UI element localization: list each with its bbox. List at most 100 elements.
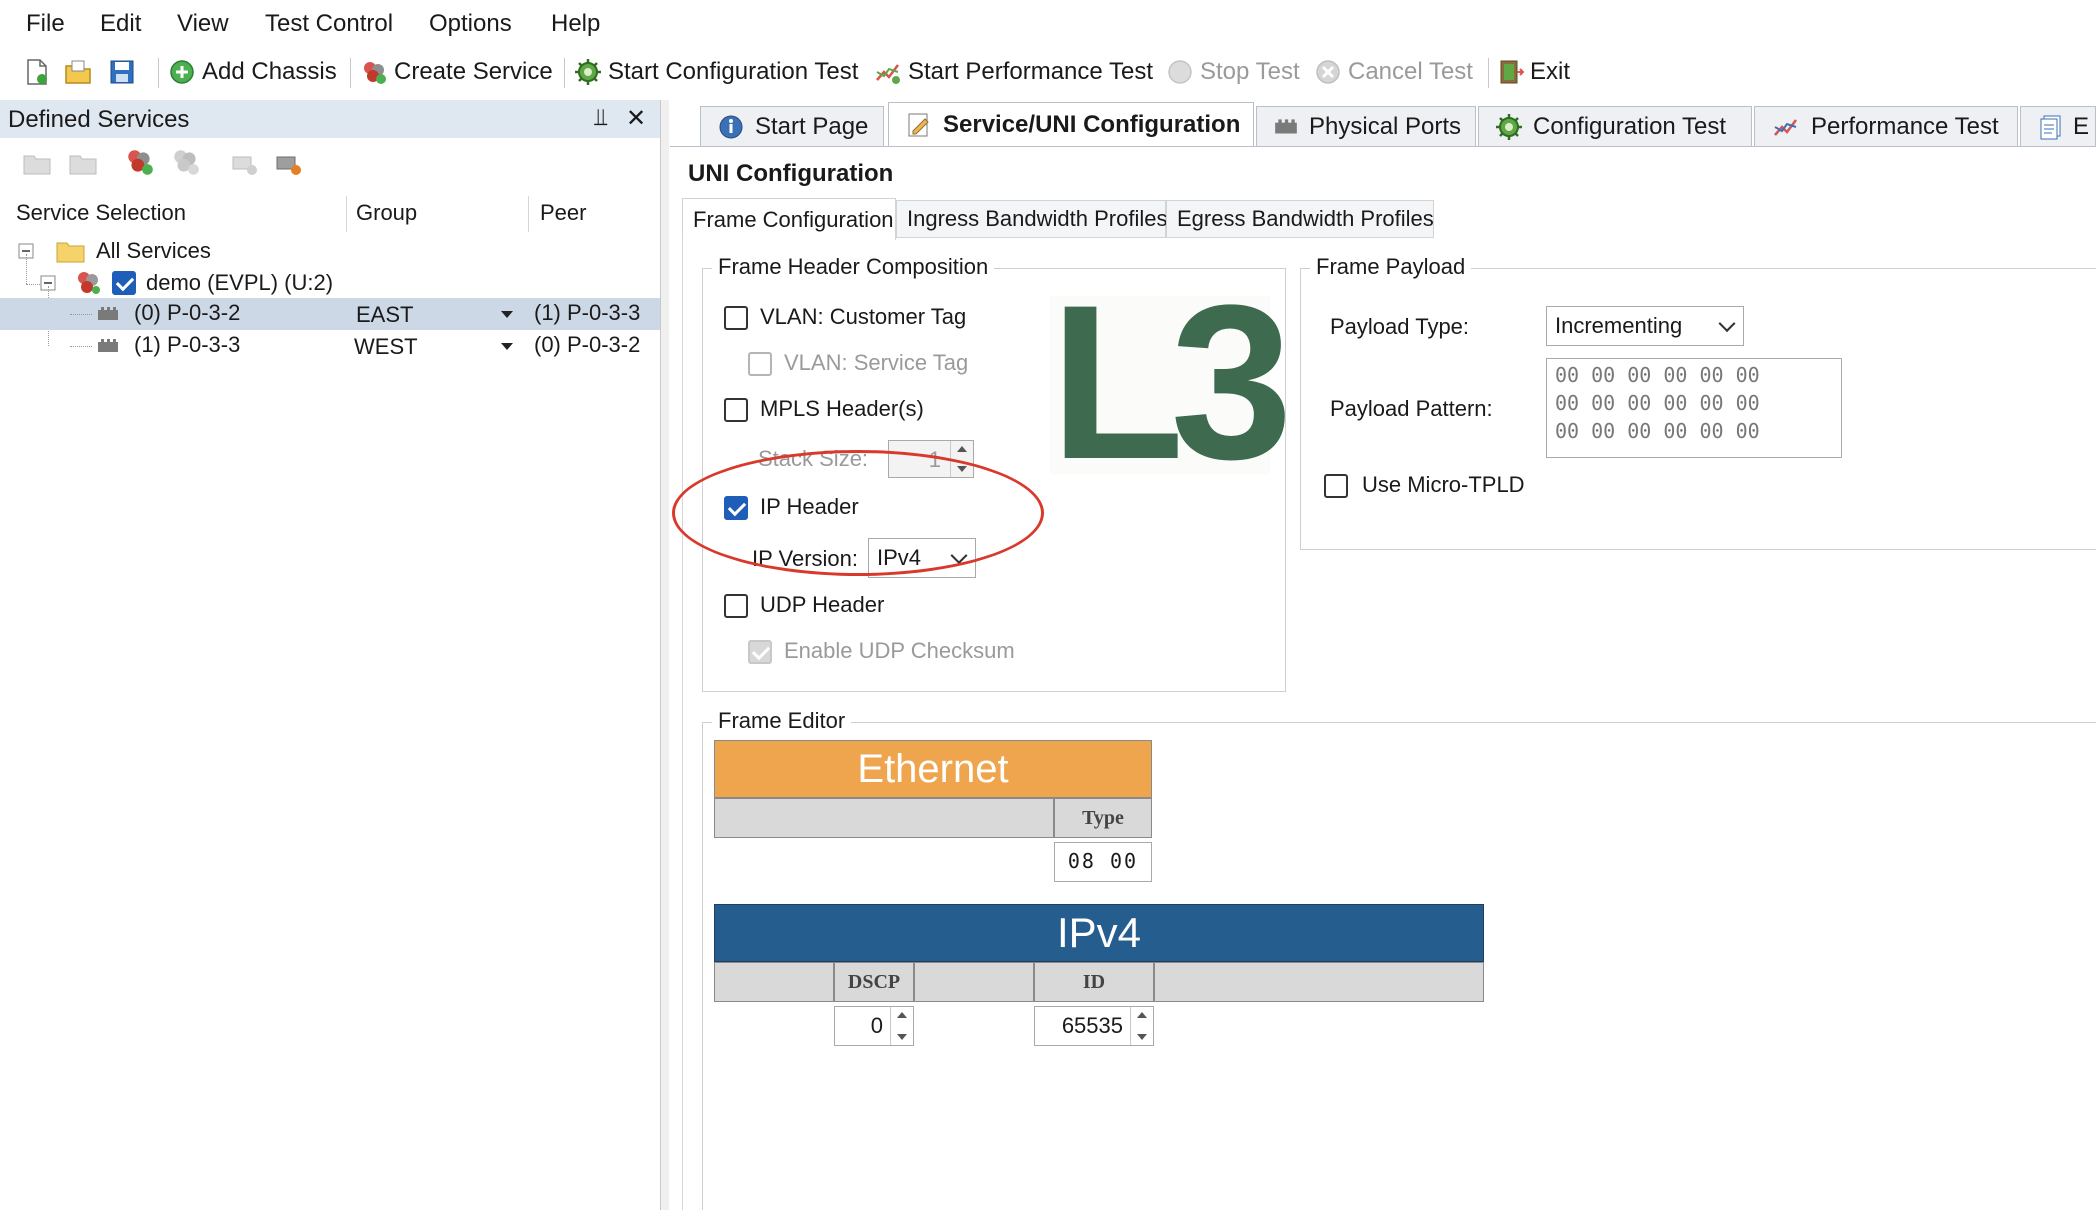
menu-file[interactable]: File: [26, 10, 65, 38]
tab-physical-ports[interactable]: Physical Ports: [1256, 106, 1476, 146]
spin-buttons[interactable]: [890, 1007, 913, 1045]
vlan-service-tag-label: VLAN: Service Tag: [784, 350, 969, 375]
ipv4-flags-field[interactable]: [1154, 962, 1484, 1002]
ethernet-type-input[interactable]: 08 00: [1054, 842, 1152, 882]
column-peer[interactable]: Peer: [540, 200, 586, 226]
vlan-service-tag-checkbox[interactable]: [748, 352, 772, 376]
l3-logo: L3: [1050, 259, 1293, 505]
cancel-icon: [1316, 60, 1340, 84]
start-configuration-test-button[interactable]: Start Configuration Test: [574, 54, 858, 90]
cancel-test-label: Cancel Test: [1348, 58, 1473, 85]
remove-port-icon[interactable]: [274, 148, 304, 178]
column-service-selection[interactable]: Service Selection: [16, 200, 186, 226]
menu-help[interactable]: Help: [551, 10, 600, 38]
menu-options[interactable]: Options: [429, 10, 512, 38]
stop-test-button[interactable]: Stop Test: [1166, 54, 1300, 90]
spin-up-icon[interactable]: [957, 446, 967, 452]
ipv4-length-field[interactable]: [914, 962, 1034, 1002]
ethernet-address-field[interactable]: [714, 798, 1054, 838]
start-config-test-icon: [575, 59, 601, 85]
remove-service-icon[interactable]: [170, 146, 202, 178]
tab-start-page[interactable]: Start Page: [700, 106, 884, 146]
tree-item-service-demo[interactable]: demo (EVPL) (U:2): [0, 268, 660, 298]
payload-pattern-input[interactable]: 00 00 00 00 00 00 00 00 00 00 00 00 00 00 …: [1546, 358, 1842, 458]
tree-label: demo (EVPL) (U:2): [146, 270, 334, 295]
tab-service-uni-configuration[interactable]: Service/UNI Configuration: [888, 102, 1254, 146]
start-config-test-label: Start Configuration Test: [608, 58, 859, 85]
udp-header-label: UDP Header: [760, 592, 885, 617]
uni-configuration-title: UNI Configuration: [688, 160, 894, 187]
spin-buttons[interactable]: [1130, 1007, 1153, 1045]
save-icon: [110, 60, 134, 84]
tab-label: Physical Ports: [1309, 112, 1462, 140]
port-icon: [98, 339, 118, 352]
tab-label: E: [2073, 112, 2090, 140]
create-service-label: Create Service: [394, 58, 553, 85]
menu-test-control[interactable]: Test Control: [265, 10, 393, 38]
spin-up-icon[interactable]: [1137, 1012, 1147, 1018]
close-panel-icon[interactable]: ✕: [626, 104, 646, 133]
ipv4-version-field[interactable]: [714, 962, 834, 1002]
save-button[interactable]: [108, 54, 142, 90]
pin-icon[interactable]: ⫫: [594, 104, 608, 132]
tree-item-port-p-0-3-2[interactable]: (0) P-0-3-2 EAST (1) P-0-3-3: [0, 298, 660, 330]
column-group[interactable]: Group: [356, 200, 417, 226]
subtab-ingress-bandwidth-profiles[interactable]: Ingress Bandwidth Profiles: [896, 200, 1167, 238]
toolbar-separator: [1488, 58, 1489, 88]
new-file-icon: [27, 59, 47, 85]
ipv4-title: IPv4: [1056, 909, 1142, 956]
column-divider: [346, 196, 347, 232]
tab-performance-test[interactable]: Performance Test: [1754, 106, 2018, 146]
spin-down-icon[interactable]: [1137, 1034, 1147, 1040]
dropdown-arrow-icon[interactable]: [500, 342, 514, 352]
service-checkbox[interactable]: [112, 271, 136, 295]
add-folder-icon[interactable]: [22, 148, 52, 178]
mpls-headers-checkbox[interactable]: [724, 398, 748, 422]
payload-pattern-label: Payload Pattern:: [1330, 396, 1493, 421]
menu-bar: File Edit View Test Control Options Help: [0, 0, 2096, 48]
open-button[interactable]: [64, 54, 98, 90]
dropdown-arrow-icon[interactable]: [500, 310, 514, 320]
new-button[interactable]: [22, 54, 56, 90]
id-stepper[interactable]: 65535: [1034, 1006, 1154, 1046]
spin-up-icon[interactable]: [897, 1012, 907, 1018]
defined-services-panel: [0, 100, 666, 1210]
ethernet-type-field[interactable]: Type: [1054, 798, 1152, 838]
port-group: EAST: [356, 302, 414, 327]
add-port-icon[interactable]: [230, 148, 260, 178]
payload-type-select[interactable]: Incrementing: [1546, 306, 1744, 346]
menu-edit[interactable]: Edit: [100, 10, 141, 38]
tree-item-port-p-0-3-3[interactable]: (1) P-0-3-3 WEST (0) P-0-3-2: [0, 330, 660, 362]
menu-view[interactable]: View: [177, 10, 229, 38]
cancel-test-button[interactable]: Cancel Test: [1314, 54, 1473, 90]
add-chassis-button[interactable]: Add Chassis: [168, 54, 337, 90]
create-service-button[interactable]: Create Service: [360, 54, 553, 90]
subtab-frame-configuration[interactable]: Frame Configuration: [682, 198, 896, 240]
dscp-stepper[interactable]: 0: [834, 1006, 914, 1046]
tab-label: Configuration Test: [1533, 112, 1727, 140]
use-micro-tpld-checkbox[interactable]: [1324, 474, 1348, 498]
mpls-headers-label: MPLS Header(s): [760, 396, 924, 421]
ipv4-dscp-field[interactable]: DSCP: [834, 962, 914, 1002]
tree-item-all-services[interactable]: All Services: [0, 236, 660, 266]
port-group: WEST: [354, 334, 418, 359]
tab-configuration-test[interactable]: Configuration Test: [1478, 106, 1752, 146]
edit-document-icon: [908, 113, 929, 136]
enable-udp-checksum-checkbox[interactable]: [748, 640, 772, 664]
panel-splitter[interactable]: [660, 100, 669, 1210]
udp-header-checkbox[interactable]: [724, 594, 748, 618]
remove-folder-icon[interactable]: [68, 148, 98, 178]
spin-down-icon[interactable]: [897, 1034, 907, 1040]
start-performance-test-button[interactable]: Start Performance Test: [874, 54, 1153, 90]
tab-overflow[interactable]: E: [2020, 106, 2096, 146]
ethernet-header-block[interactable]: Ethernet: [714, 740, 1152, 798]
tree-connector: [70, 314, 92, 316]
port-peer: (0) P-0-3-2: [534, 332, 641, 357]
subtab-egress-bandwidth-profiles[interactable]: Egress Bandwidth Profiles: [1166, 200, 1434, 238]
add-service-icon[interactable]: [124, 146, 156, 178]
vlan-customer-tag-checkbox[interactable]: [724, 306, 748, 330]
exit-button[interactable]: Exit: [1496, 54, 1570, 90]
ipv4-header-block[interactable]: IPv4: [714, 904, 1484, 962]
ipv4-id-field[interactable]: ID: [1034, 962, 1154, 1002]
stop-icon: [1168, 60, 1192, 84]
